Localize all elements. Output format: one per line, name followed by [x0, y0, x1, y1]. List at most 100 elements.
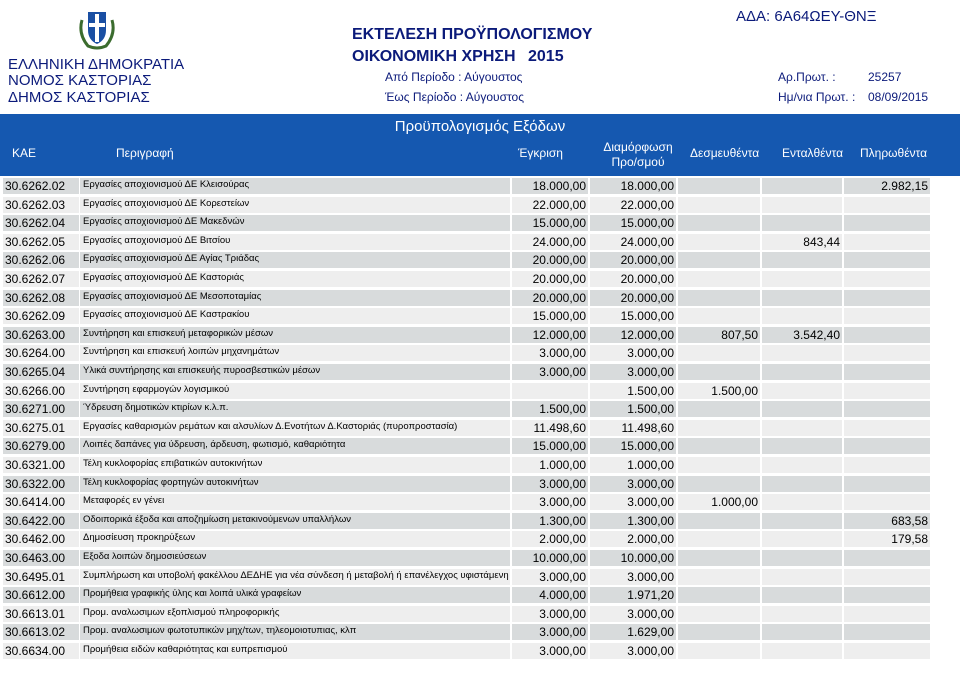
- certified-cell: [762, 178, 842, 194]
- period-to: Έως Περίοδο : Αύγουστος: [385, 90, 525, 104]
- description-cell: Συντήρηση και επισκευή λοιπών μηχανημάτω…: [80, 345, 510, 362]
- paid-cell: [844, 252, 930, 269]
- table-row: 30.6613.01 Προμ. αναλωσιμων εξοπλισμού πλ…: [0, 605, 960, 623]
- approval-cell: 10.000,00: [512, 550, 588, 566]
- kae-cell: 30.6262.04: [3, 215, 79, 232]
- certified-cell: [762, 512, 842, 529]
- table-row: 30.6271.00 Ύδρευση δημοτικών κτιρίων κ.λ.…: [0, 400, 960, 418]
- report-year: 2015: [528, 48, 564, 65]
- table-row: 30.6634.00 Προμήθεια ειδών καθαριότητας κ…: [0, 642, 960, 660]
- kae-cell: 30.6266.00: [3, 382, 79, 399]
- certified-cell: [762, 643, 842, 659]
- table-row: 30.6266.00 Συντήρηση εφαρμογών λογισμικού…: [0, 382, 960, 400]
- description-cell: Εργασίες αποχιονισμού ΔΕ Μακεδνών: [80, 215, 510, 232]
- description-cell: Εργασίες αποχιονισμού ΔΕ Κλεισούρας: [80, 178, 510, 194]
- kae-cell: 30.6613.02: [3, 624, 79, 641]
- col-header-formation-line-2: Προ/σμού: [611, 155, 665, 169]
- committed-cell: [678, 531, 760, 548]
- period-from: Από Περίοδο : Αύγουστος: [385, 70, 523, 84]
- committed-cell: 1.500,00: [678, 382, 760, 399]
- formation-cell: 10.000,00: [590, 550, 676, 566]
- table-row: 30.6262.08 Εργασίες αποχιονισμού ΔΕ Μεσοπ…: [0, 289, 960, 307]
- committed-cell: 807,50: [678, 326, 760, 343]
- kae-cell: 30.6613.01: [3, 605, 79, 622]
- approval-cell: 1.500,00: [512, 401, 588, 418]
- committed-cell: [678, 624, 760, 641]
- committed-cell: [678, 289, 760, 306]
- approval-cell: 18.000,00: [512, 178, 588, 194]
- table-row: 30.6262.02 Εργασίες αποχιονισμού ΔΕ Κλεισ…: [0, 177, 960, 195]
- certified-cell: 843,44: [762, 233, 842, 250]
- certified-cell: [762, 438, 842, 455]
- col-header-paid: Πληρωθέντα: [860, 146, 928, 160]
- description-cell: Οδοιπορικά έξοδα και αποζημίωση μετακινο…: [80, 512, 510, 529]
- paid-cell: [844, 568, 930, 585]
- ada-code: ΑΔΑ: 6Α64ΩΕΥ-ΘΝΞ: [736, 8, 877, 25]
- col-header-formation: Διαμόρφωση Προ/σμού: [598, 140, 678, 170]
- paid-cell: [844, 271, 930, 287]
- col-header-approval: Έγκριση: [518, 146, 563, 160]
- paid-cell: [844, 494, 930, 511]
- certified-cell: [762, 289, 842, 306]
- table-row: 30.6495.01 Συμπλήρωση και υποβολή φακέλλο…: [0, 568, 960, 586]
- certified-cell: [762, 271, 842, 287]
- paid-cell: [844, 457, 930, 473]
- certified-cell: [762, 550, 842, 566]
- approval-cell: 15.000,00: [512, 308, 588, 325]
- kae-cell: 30.6422.00: [3, 512, 79, 529]
- paid-cell: [844, 364, 930, 380]
- description-cell: Μεταφορές εν γένει: [80, 494, 510, 511]
- certified-cell: [762, 494, 842, 511]
- protocol-date-label: Ημ/νια Πρωτ. :: [778, 90, 856, 104]
- formation-cell: 3.000,00: [590, 494, 676, 511]
- committed-cell: 1.000,00: [678, 494, 760, 511]
- formation-cell: 3.000,00: [590, 605, 676, 622]
- paid-cell: [844, 308, 930, 325]
- approval-cell: 12.000,00: [512, 326, 588, 343]
- approval-cell: 2.000,00: [512, 531, 588, 548]
- committed-cell: [678, 364, 760, 380]
- formation-cell: 20.000,00: [590, 271, 676, 287]
- budget-execution-page: ΕΛΛΗΝΙΚΗ ΔΗΜΟΚΡΑΤΙΑ ΝΟΜΟΣ ΚΑΣΤΟΡΙΑΣ ΔΗΜΟ…: [0, 0, 960, 673]
- approval-cell: 3.000,00: [512, 345, 588, 362]
- formation-cell: 15.000,00: [590, 215, 676, 232]
- formation-cell: 3.000,00: [590, 364, 676, 380]
- formation-cell: 2.000,00: [590, 531, 676, 548]
- col-header-certified: Ενταλθέντα: [782, 146, 844, 160]
- header-left-line-2: ΝΟΜΟΣ ΚΑΣΤΟΡΙΑΣ: [8, 72, 152, 89]
- table-row: 30.6262.09 Εργασίες αποχιονισμού ΔΕ Καστρ…: [0, 307, 960, 325]
- formation-cell: 3.000,00: [590, 345, 676, 362]
- table-row: 30.6321.00 Τέλη κυκλοφορίας επιβατικών αυ…: [0, 456, 960, 474]
- formation-cell: 20.000,00: [590, 252, 676, 269]
- committed-cell: [678, 550, 760, 566]
- formation-cell: 15.000,00: [590, 308, 676, 325]
- committed-cell: [678, 605, 760, 622]
- description-cell: Προμ. αναλωσιμων φωτοτυπικών μηχ/των, τη…: [80, 624, 510, 641]
- committed-cell: [678, 438, 760, 455]
- paid-cell: [844, 643, 930, 659]
- formation-cell: 1.000,00: [590, 457, 676, 473]
- table-row: 30.6414.00 Μεταφορές εν γένει 3.000,00 3.00…: [0, 493, 960, 511]
- approval-cell: 24.000,00: [512, 233, 588, 250]
- description-cell: Προμήθεια ειδών καθαριότητας και ευπρεπι…: [80, 643, 510, 659]
- paid-cell: [844, 438, 930, 455]
- approval-cell: 20.000,00: [512, 252, 588, 269]
- approval-cell: [512, 382, 588, 399]
- certified-cell: [762, 457, 842, 473]
- committed-cell: [678, 419, 760, 436]
- protocol-label: Αρ.Πρωτ. :: [778, 70, 836, 84]
- kae-cell: 30.6262.03: [3, 196, 79, 213]
- description-cell: Τέλη κυκλοφορίας φορτηγών αυτοκινήτων: [80, 475, 510, 492]
- description-cell: Εξοδα λοιπών δημοσιεύσεων: [80, 550, 510, 566]
- description-cell: Προμ. αναλωσιμων εξοπλισμού πληροφορικής: [80, 605, 510, 622]
- report-title: ΕΚΤΕΛΕΣΗ ΠΡΟΫΠΟΛΟΓΙΣΜΟΥ: [352, 26, 593, 43]
- kae-cell: 30.6462.00: [3, 531, 79, 548]
- header-left-line-1: ΕΛΛΗΝΙΚΗ ΔΗΜΟΚΡΑΤΙΑ: [8, 56, 185, 73]
- description-cell: Υλικά συντήρησης και επισκευής πυροσβεστ…: [80, 364, 510, 380]
- col-header-formation-line-1: Διαμόρφωση: [603, 140, 673, 154]
- certified-cell: [762, 568, 842, 585]
- approval-cell: 3.000,00: [512, 643, 588, 659]
- table-row: 30.6262.07 Εργασίες αποχιονισμού ΔΕ Καστο…: [0, 270, 960, 288]
- kae-cell: 30.6414.00: [3, 494, 79, 511]
- committed-cell: [678, 196, 760, 213]
